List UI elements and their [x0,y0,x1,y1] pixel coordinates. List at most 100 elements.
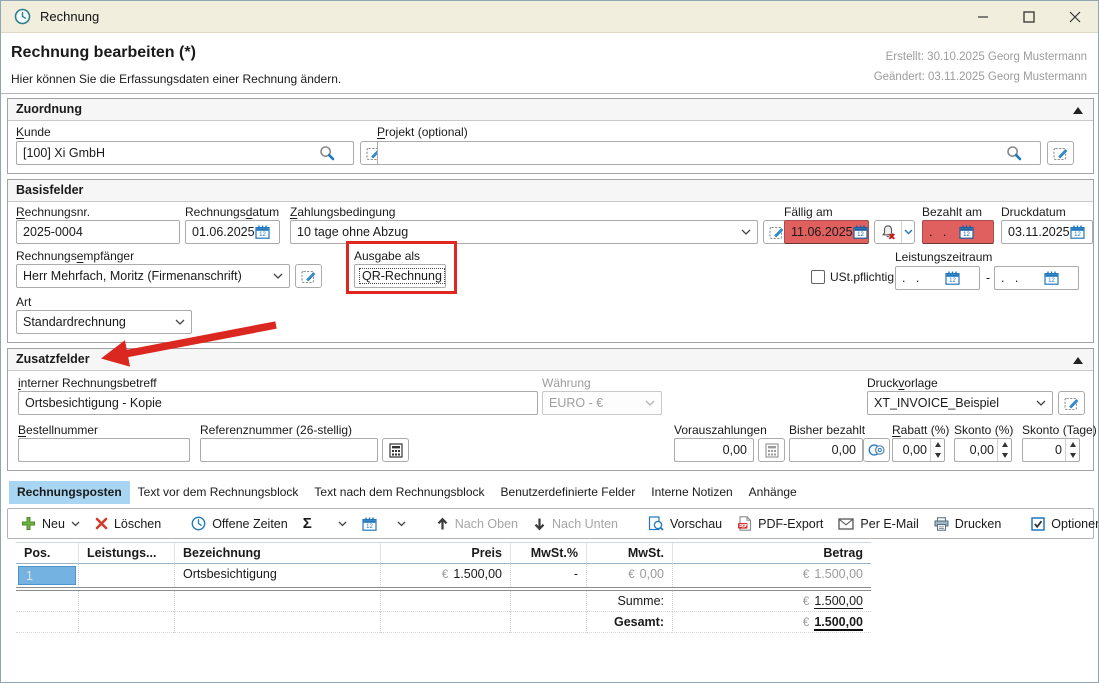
pdf-export-button[interactable]: PDF-Export [734,516,826,531]
spin-down-icon[interactable] [998,450,1011,461]
mwst-cell[interactable]: €0,00 [586,564,672,587]
bezahlt-am-input[interactable]: . . 12 [922,220,994,244]
optionen-button[interactable]: Optionen [1028,517,1099,531]
preview-icon [648,516,664,531]
druckvorlage-select[interactable]: XT_INVOICE_Beispiel [867,391,1053,415]
tab-interne-notizen[interactable]: Interne Notizen [643,481,740,504]
calendar-icon[interactable]: 12 [255,220,280,244]
calendar-icon[interactable]: 12 [1044,266,1072,290]
zahlungsbedingung-select[interactable]: 10 tage ohne Abzug [290,220,758,244]
druckdatum-input[interactable]: 03.11.2025 12 [1001,220,1093,244]
tab-text-nach-rechnungsblock[interactable]: Text nach dem Rechnungsblock [306,481,492,504]
leistung-cell[interactable] [78,564,174,587]
svg-text:12: 12 [366,524,373,530]
zahlungsbedingung-label: Zahlungsbedingung [290,205,395,219]
col-bezeichnung[interactable]: Bezeichnung [174,542,380,564]
spin-up-icon[interactable] [931,439,944,450]
rechnungsdatum-input[interactable]: 01.06.2025 12 [185,220,280,244]
chevron-down-icon[interactable] [901,221,914,243]
betrag-cell[interactable]: €1.500,00 [672,564,871,587]
section-zusatzfelder: Zusatzfelder interner Rechnungsbetreff O… [7,348,1094,471]
bezeichnung-cell[interactable]: Ortsbesichtigung [174,564,380,587]
collapse-icon[interactable] [1073,357,1083,364]
rabatt-stepper[interactable]: 0,00 [892,438,945,462]
gesamt-label: Gesamt: [586,612,672,633]
mwst-pct-cell[interactable]: - [510,564,586,587]
vorschau-button[interactable]: Vorschau [645,516,725,531]
preis-cell[interactable]: €1.500,00 [380,564,510,587]
drucken-button[interactable]: Drucken [931,517,1005,531]
referenznummer-generate-button[interactable] [382,438,409,462]
calendar-icon[interactable]: 12 [853,220,869,244]
calendar-icon[interactable]: 12 [1070,220,1093,244]
svg-text:12: 12 [1074,232,1081,238]
skonto-prozent-stepper[interactable]: 0,00 [954,438,1012,462]
search-icon[interactable] [319,141,347,165]
spin-up-icon[interactable] [1066,439,1079,450]
rechnungsempfaenger-edit-button[interactable] [295,264,322,288]
ausgabe-als-select[interactable]: QR-Rechnung [354,264,446,288]
payments-coins-button[interactable] [863,438,890,462]
projekt-edit-button[interactable] [1047,141,1074,165]
summe-value: €1.500,00 [672,591,871,612]
druckdatum-label: Druckdatum [1001,205,1066,219]
referenznummer-input[interactable] [200,438,378,462]
pos-cell-selected[interactable]: 1 [18,566,76,585]
gesamt-row: Gesamt: €1.500,00 [16,612,871,633]
table-row[interactable]: 1 Ortsbesichtigung €1.500,00 - €0,00 €1.… [16,564,871,587]
bisher-bezahlt-input[interactable]: 0,00 [789,438,863,462]
art-select[interactable]: Standardrechnung [16,310,192,334]
projekt-input[interactable] [377,141,1041,165]
per-email-button[interactable]: Per E-Mail [835,517,921,531]
col-betrag[interactable]: Betrag [672,542,871,564]
col-mwst-pct[interactable]: MwSt.% [510,542,586,564]
offene-zeiten-button[interactable]: Offene Zeiten [188,516,291,531]
faellig-am-label: Fällig am [784,205,833,219]
calendar-icon[interactable]: 12 [945,266,973,290]
kunde-input[interactable]: [100] Xi GmbH [16,141,354,165]
tab-rechnungsposten[interactable]: Rechnungsposten [9,481,130,504]
chevron-down-icon [737,229,751,235]
spin-down-icon[interactable] [931,450,944,461]
chevron-down-icon [445,273,446,279]
calendar-icon[interactable]: 12 [959,220,987,244]
loeschen-button[interactable]: Löschen [92,517,164,531]
col-preis[interactable]: Preis [380,542,510,564]
col-mwst[interactable]: MwSt. [586,542,672,564]
plus-icon [21,516,36,531]
kalender-button[interactable]: 12 [359,517,409,531]
collapse-icon[interactable] [1073,107,1083,114]
spin-up-icon[interactable] [998,439,1011,450]
col-pos[interactable]: Pos. [16,542,78,564]
minimize-button[interactable] [960,1,1006,32]
tab-anhaenge[interactable]: Anhänge [741,481,805,504]
chevron-down-icon [397,521,406,527]
skonto-tage-stepper[interactable]: 0 [1022,438,1080,462]
rechnungsempfaenger-select[interactable]: Herr Mehrfach, Moritz (Firmenanschrift) [16,264,290,288]
vorauszahlungen-calc-button[interactable] [758,438,785,462]
bestellnummer-input[interactable] [18,438,190,462]
calculator-icon [389,443,403,458]
druckvorlage-edit-button[interactable] [1058,391,1085,415]
maximize-button[interactable] [1006,1,1052,32]
tab-text-vor-rechnungsblock[interactable]: Text vor dem Rechnungsblock [130,481,307,504]
reminder-split-button[interactable] [874,220,915,244]
app-clock-icon [14,8,31,25]
leistungszeitraum-bis-input[interactable]: . . 12 [994,266,1079,290]
rechnungsnr-input[interactable]: 2025-0004 [16,220,180,244]
tab-benutzerdefinierte-felder[interactable]: Benutzerdefinierte Felder [493,481,644,504]
leistungszeitraum-von-input[interactable]: . . 12 [895,266,980,290]
neu-button[interactable]: Neu [18,516,83,531]
ust-pflichtig-checkbox[interactable] [811,270,825,284]
arrow-down-icon [533,517,546,531]
spin-down-icon[interactable] [1066,450,1079,461]
betreff-label: interner Rechnungsbetreff [18,376,157,390]
faellig-am-input[interactable]: 11.06.2025 12 [784,220,869,244]
betreff-input[interactable]: Ortsbesichtigung - Kopie [18,391,538,415]
bezahlt-am-label: Bezahlt am [922,205,982,219]
vorauszahlungen-input[interactable]: 0,00 [674,438,754,462]
summen-button[interactable]: Σ [300,515,350,532]
search-icon[interactable] [1006,141,1034,165]
col-leistung[interactable]: Leistungs... [78,542,174,564]
close-button[interactable] [1052,1,1098,32]
